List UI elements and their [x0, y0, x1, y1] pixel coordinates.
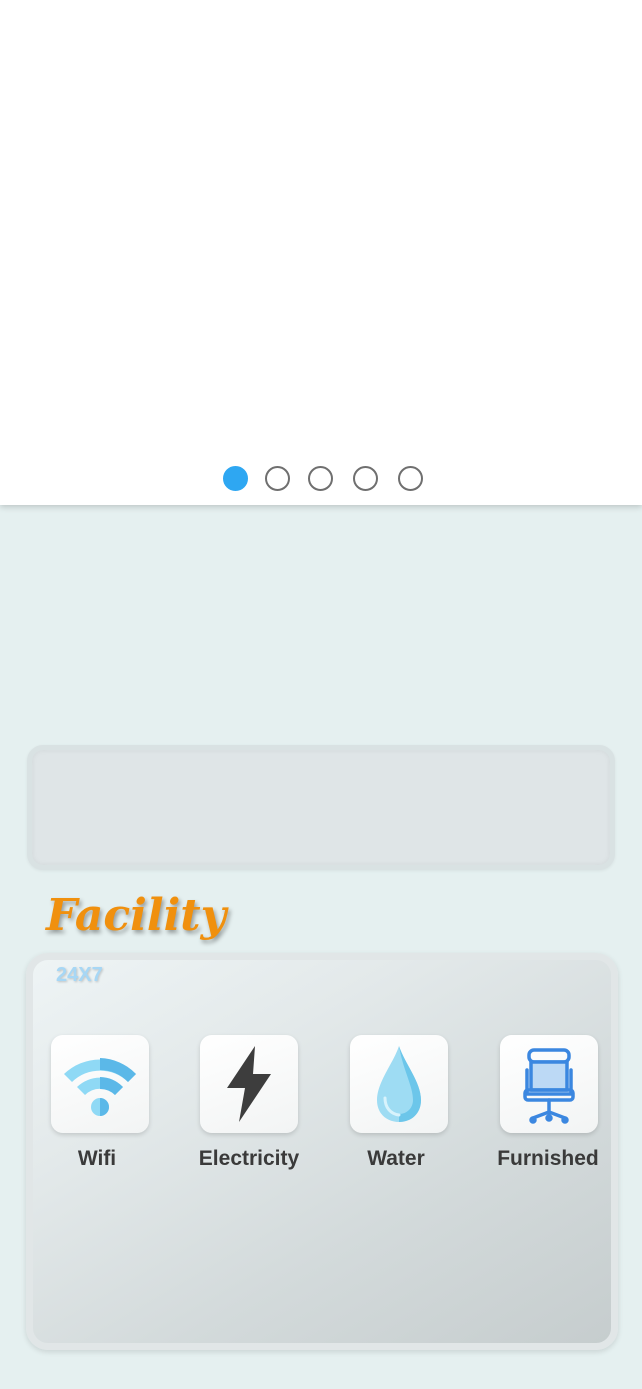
- amenity-wifi-tile: [51, 1035, 149, 1133]
- facility-heading: Facility: [46, 890, 227, 941]
- amenity-electricity-label: Electricity: [198, 1147, 300, 1170]
- amenity-furnished-tile: [500, 1035, 598, 1133]
- carousel-dot-5[interactable]: [398, 466, 423, 491]
- amenity-electricity-tile: [200, 1035, 298, 1133]
- carousel-dot-2[interactable]: [265, 466, 290, 491]
- amenity-wifi-label: Wifi: [77, 1147, 117, 1170]
- carousel-dot-3[interactable]: [308, 466, 333, 491]
- office-chair-icon: [523, 1048, 575, 1124]
- amenity-water-label: Water: [367, 1147, 425, 1170]
- availability-badge: 24X7: [56, 964, 103, 986]
- amenity-furnished-label: Furnished: [497, 1147, 599, 1170]
- wifi-icon: [64, 1058, 136, 1116]
- carousel-dot-1[interactable]: [223, 466, 248, 491]
- water-drop-icon: [377, 1046, 421, 1122]
- carousel-pagination: [0, 466, 642, 491]
- amenity-water-tile: [350, 1035, 448, 1133]
- image-carousel[interactable]: [0, 0, 642, 505]
- carousel-dot-4[interactable]: [353, 466, 378, 491]
- property-detail-page: Facility 24X7 Wifi Electricity Water Fur…: [0, 0, 642, 1389]
- info-card: [27, 745, 615, 870]
- lightning-bolt-icon: [227, 1046, 271, 1122]
